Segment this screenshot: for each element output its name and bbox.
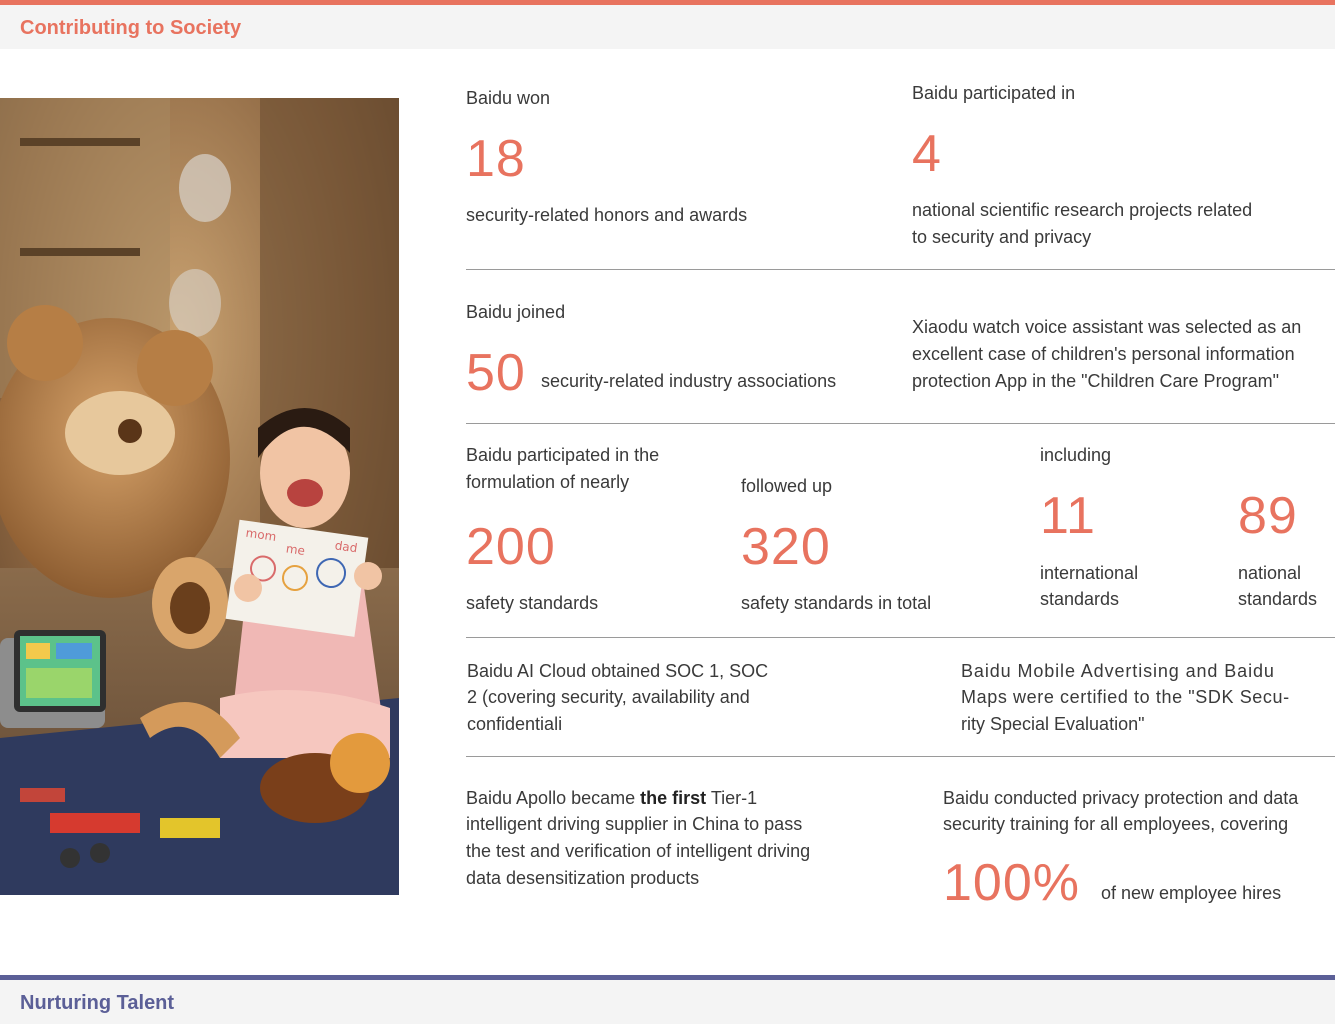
- formulation-lead-line2: formulation of nearly: [466, 472, 630, 492]
- research-desc-line2: to security and privacy: [912, 227, 1092, 247]
- national-desc-line1: national: [1238, 563, 1302, 583]
- honors-desc: security-related honors and awards: [466, 205, 748, 225]
- apollo-line2: intelligent driving supplier in China to…: [466, 814, 803, 834]
- child-with-teddy-bear-photo: mom me dad: [0, 98, 399, 895]
- associations-number: 50: [466, 344, 526, 402]
- soc-line2: 2 (covering security, availability and: [467, 687, 750, 707]
- divider: [466, 269, 1335, 270]
- apollo-line1: Baidu Apollo became the first Tier-1: [466, 788, 758, 808]
- national-number: 89: [1238, 487, 1298, 545]
- honors-number: 18: [466, 130, 526, 188]
- international-desc-line1: international: [1040, 563, 1139, 583]
- formulation-desc: safety standards: [466, 593, 599, 613]
- xiaodu-line2: excellent case of children's personal in…: [912, 344, 1295, 364]
- xiaodu-line3: protection App in the "Children Care Pro…: [912, 371, 1279, 391]
- followed-number: 320: [741, 518, 831, 576]
- sdk-line1: Baidu Mobile Advertising and Baidu: [961, 661, 1275, 681]
- research-number: 4: [912, 125, 942, 183]
- soc-line3: confidentiali: [467, 714, 563, 734]
- section-header: [0, 980, 1335, 1024]
- research-lead: Baidu participated in: [912, 83, 1076, 103]
- training-line1: Baidu conducted privacy protection and d…: [943, 788, 1299, 808]
- training-number: 100%: [943, 854, 1080, 912]
- including-lead: including: [1040, 445, 1112, 465]
- international-desc-line2: standards: [1040, 589, 1120, 609]
- divider: [466, 637, 1335, 638]
- training-line2: security training for all employees, cov…: [943, 814, 1289, 834]
- associations-lead: Baidu joined: [466, 302, 566, 322]
- section-title: Contributing to Society: [20, 17, 242, 39]
- associations-desc: security-related industry associations: [541, 371, 837, 391]
- sdk-line2: Maps were certified to the "SDK Secu-: [961, 687, 1290, 707]
- international-number: 11: [1040, 487, 1096, 545]
- apollo-line4: data desensitization products: [466, 868, 700, 888]
- followed-lead: followed up: [741, 476, 833, 496]
- xiaodu-line1: Xiaodu watch voice assistant was selecte…: [912, 317, 1302, 337]
- followed-desc: safety standards in total: [741, 593, 932, 613]
- apollo-line3: the test and verification of intelligent…: [466, 841, 811, 861]
- formulation-number: 200: [466, 518, 556, 576]
- divider: [466, 423, 1335, 424]
- drawing-text-me: me: [285, 542, 306, 559]
- honors-lead: Baidu won: [466, 88, 551, 108]
- divider: [466, 756, 1335, 757]
- sdk-line3: rity Special Evaluation": [961, 714, 1145, 734]
- training-desc: of new employee hires: [1101, 883, 1282, 903]
- national-desc-line2: standards: [1238, 589, 1318, 609]
- formulation-lead-line1: Baidu participated in the: [466, 445, 660, 465]
- section-title: Nurturing Talent: [20, 992, 175, 1014]
- research-desc-line1: national scientific research projects re…: [912, 200, 1253, 220]
- soc-line1: Baidu AI Cloud obtained SOC 1, SOC: [467, 661, 769, 681]
